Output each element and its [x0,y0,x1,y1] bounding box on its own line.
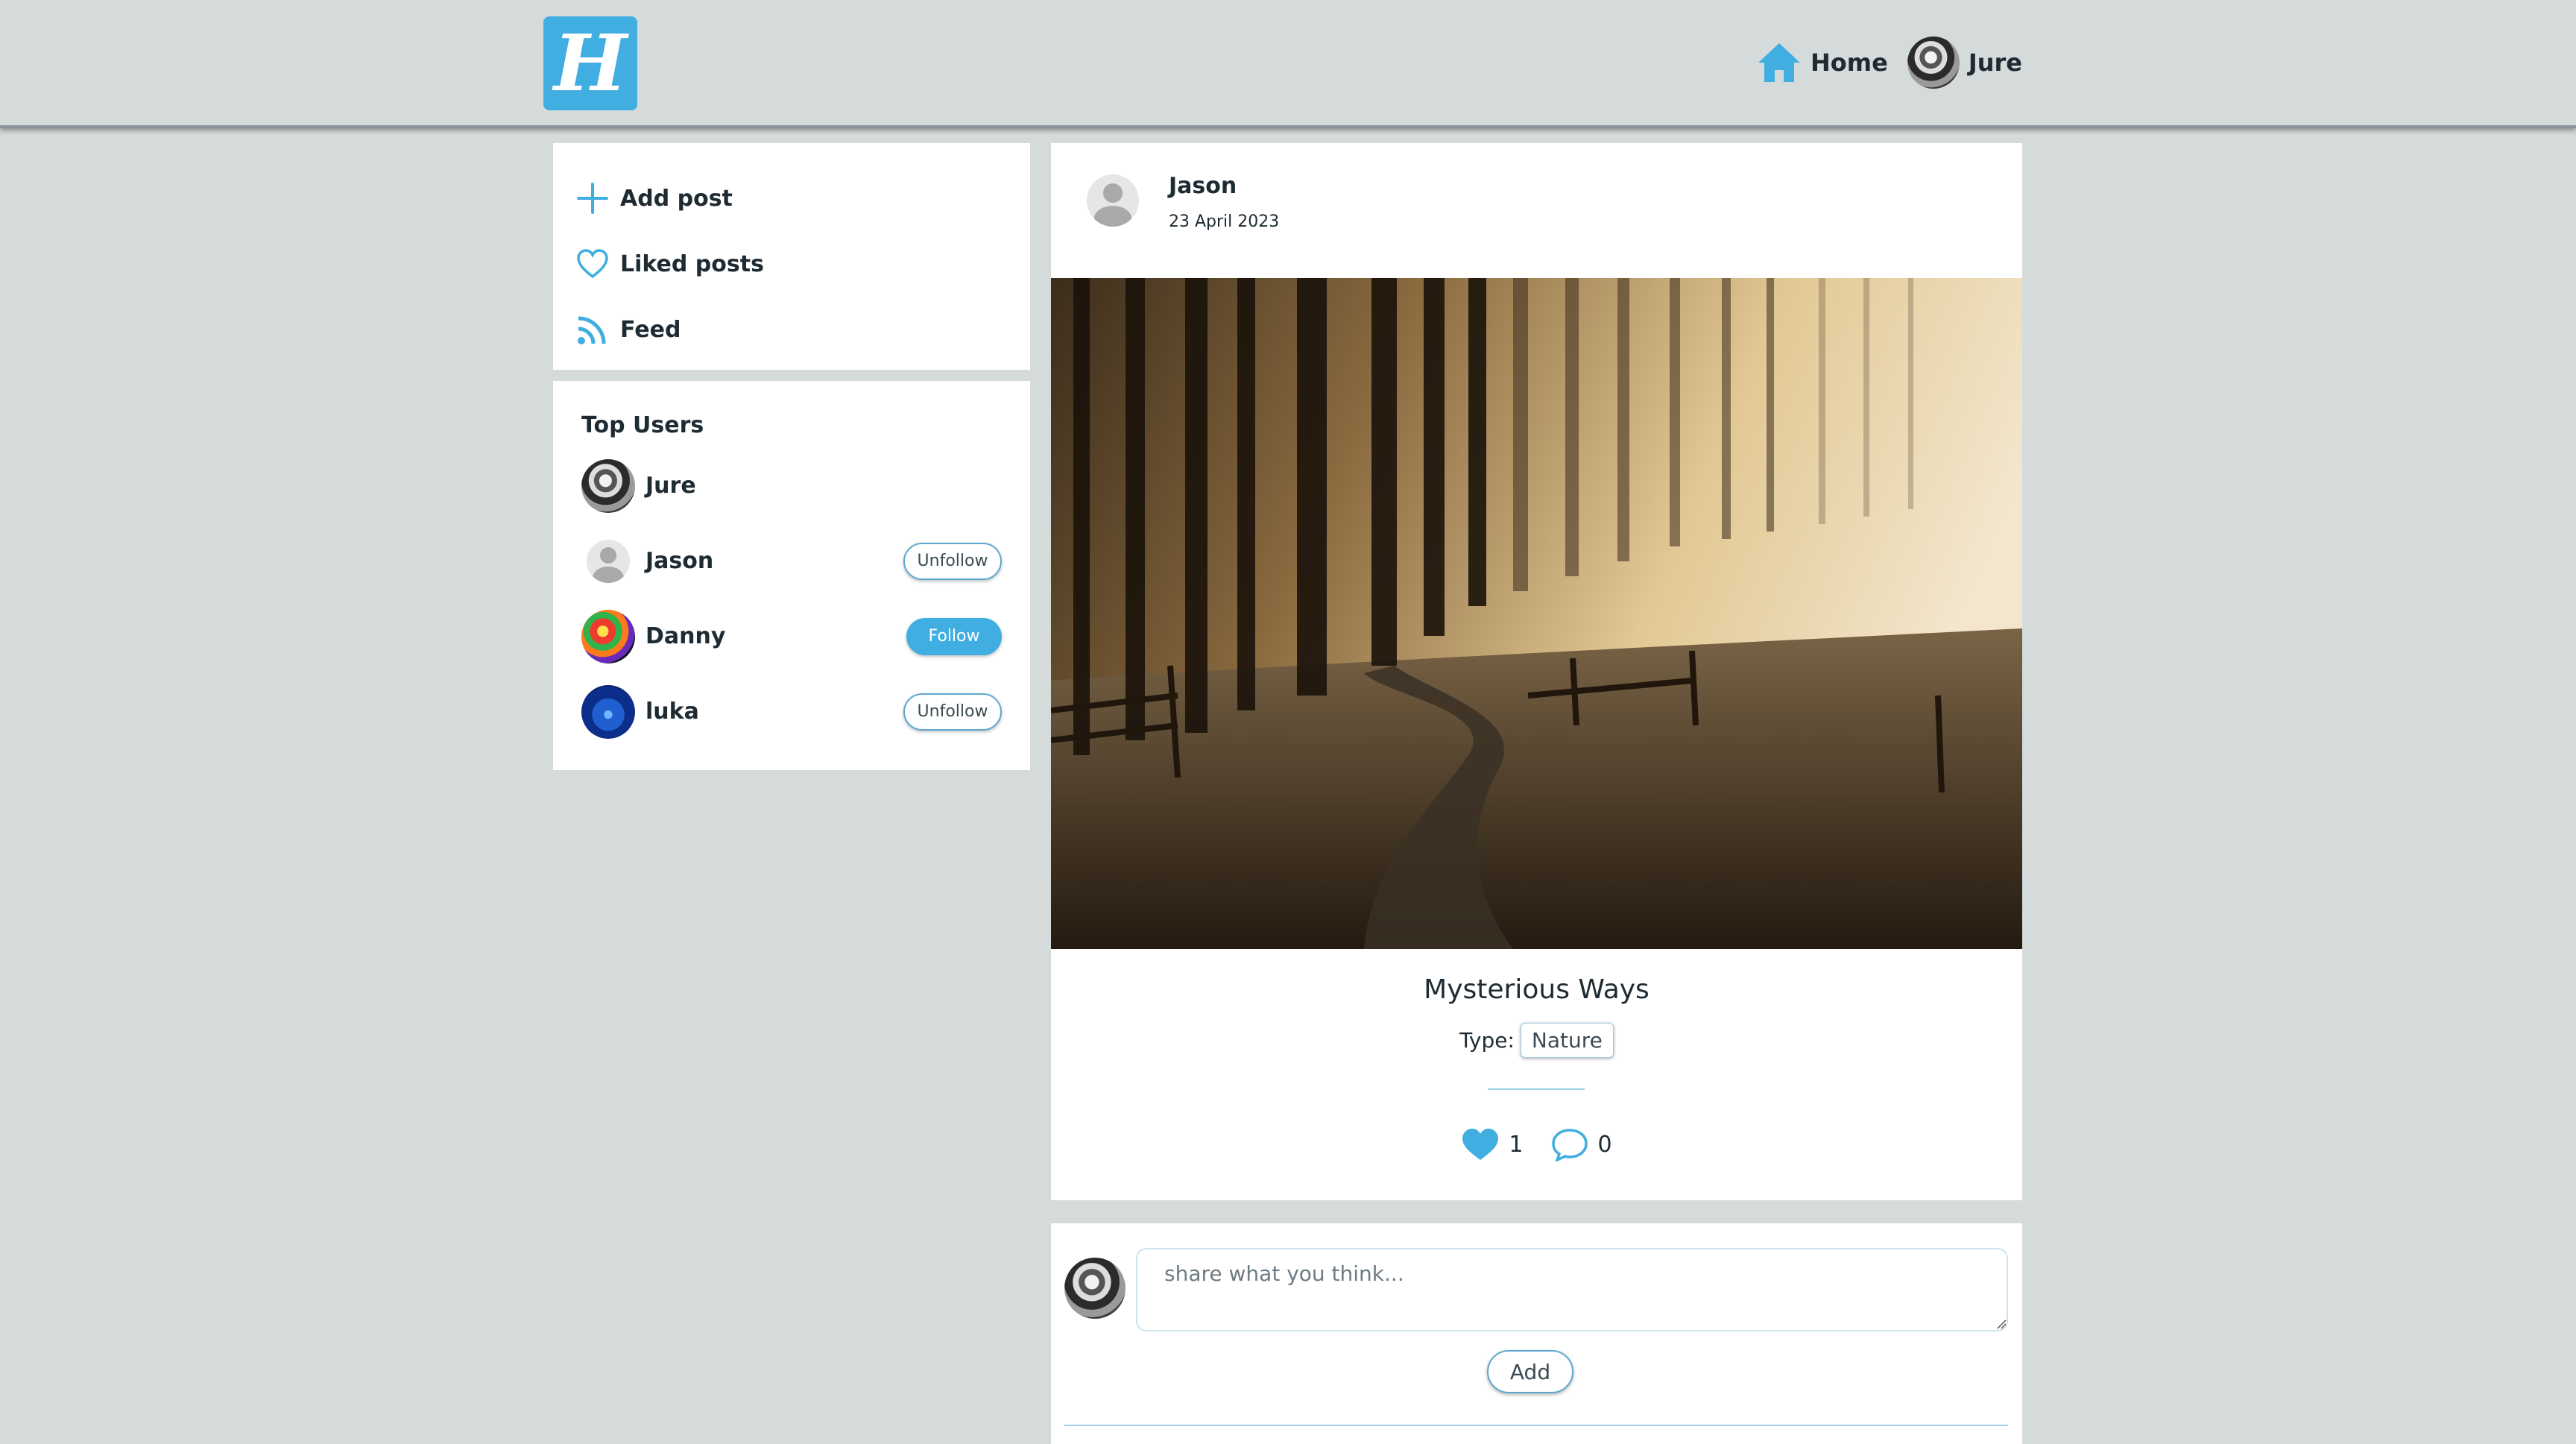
top-navbar: H Home Jure [0,0,2576,128]
top-users-panel: Top Users Jure Jason Unfollow Danny Foll… [553,381,1030,770]
avatar [1064,1258,1126,1319]
divider [1488,1088,1585,1090]
type-label: Type: [1459,1028,1515,1053]
user-name[interactable]: luka [645,699,903,725]
comment-form: Add [1051,1223,2022,1444]
list-item: Jason Unfollow [581,523,1002,599]
post-date: 23 April 2023 [1169,212,1280,231]
unfollow-button[interactable]: Unfollow [903,542,1002,580]
resize-handle-icon[interactable] [1996,1318,2007,1329]
menu-item-feed[interactable]: Feed [553,297,1030,362]
unfollow-button[interactable]: Unfollow [903,693,1002,731]
type-badge[interactable]: Nature [1520,1023,1614,1058]
post-image[interactable] [1051,278,2022,949]
top-users-title: Top Users [581,412,704,438]
avatar[interactable] [581,458,635,513]
default-avatar-icon[interactable] [587,539,630,583]
post-meta: Jason 23 April 2023 [1169,173,1279,231]
avatar[interactable] [581,609,635,663]
comment-icon [1551,1129,1588,1161]
user-avatar [1907,37,1960,89]
menu-item-label: Add post [620,185,733,212]
sidebar-menu: Add post Liked posts Feed [553,143,1030,370]
comment-input[interactable] [1136,1248,2008,1331]
post-title: Mysterious Ways [1424,974,1650,1005]
post-author[interactable]: Jason [1169,173,1279,199]
nav-user-label: Jure [1968,48,2022,77]
like-button[interactable] [1461,1127,1500,1161]
menu-item-label: Liked posts [620,250,764,277]
user-name[interactable]: Jason [645,548,903,574]
default-avatar-icon[interactable] [1087,174,1139,227]
app-logo[interactable]: H [543,16,637,110]
heart-outline-icon [575,247,610,281]
nav-menu: Home Jure [1757,34,2022,91]
logo-letter: H [553,17,628,109]
list-item: Jure [581,448,1002,523]
menu-item-liked-posts[interactable]: Liked posts [553,231,1030,297]
post-header: Jason 23 April 2023 [1087,173,1279,231]
rss-feed-icon [575,312,610,347]
follow-button[interactable]: Follow [906,617,1002,655]
nav-home-link[interactable]: Home [1757,42,1888,83]
post-stats: 1 0 [1051,1127,2022,1161]
heart-filled-icon [1462,1129,1499,1160]
home-icon [1757,42,1802,83]
menu-item-label: Feed [620,316,681,343]
nav-home-label: Home [1811,48,1888,77]
divider [1064,1425,2008,1426]
post-card: Jason 23 April 2023 Mysterious Ways Type… [1051,143,2022,1200]
like-count: 1 [1509,1131,1524,1158]
user-name[interactable]: Jure [645,473,1002,499]
add-comment-button[interactable]: Add [1487,1350,1573,1393]
list-item: Danny Follow [581,599,1002,674]
post-type: Type: Nature [1051,1023,2022,1058]
user-name[interactable]: Danny [645,623,906,649]
nav-profile-link[interactable]: Jure [1907,37,2022,89]
comment-button[interactable] [1550,1127,1589,1161]
menu-item-add-post[interactable]: Add post [553,165,1030,231]
comment-count: 0 [1597,1131,1612,1158]
plus-icon [575,181,610,215]
list-item: luka Unfollow [581,674,1002,749]
avatar[interactable] [581,684,635,739]
